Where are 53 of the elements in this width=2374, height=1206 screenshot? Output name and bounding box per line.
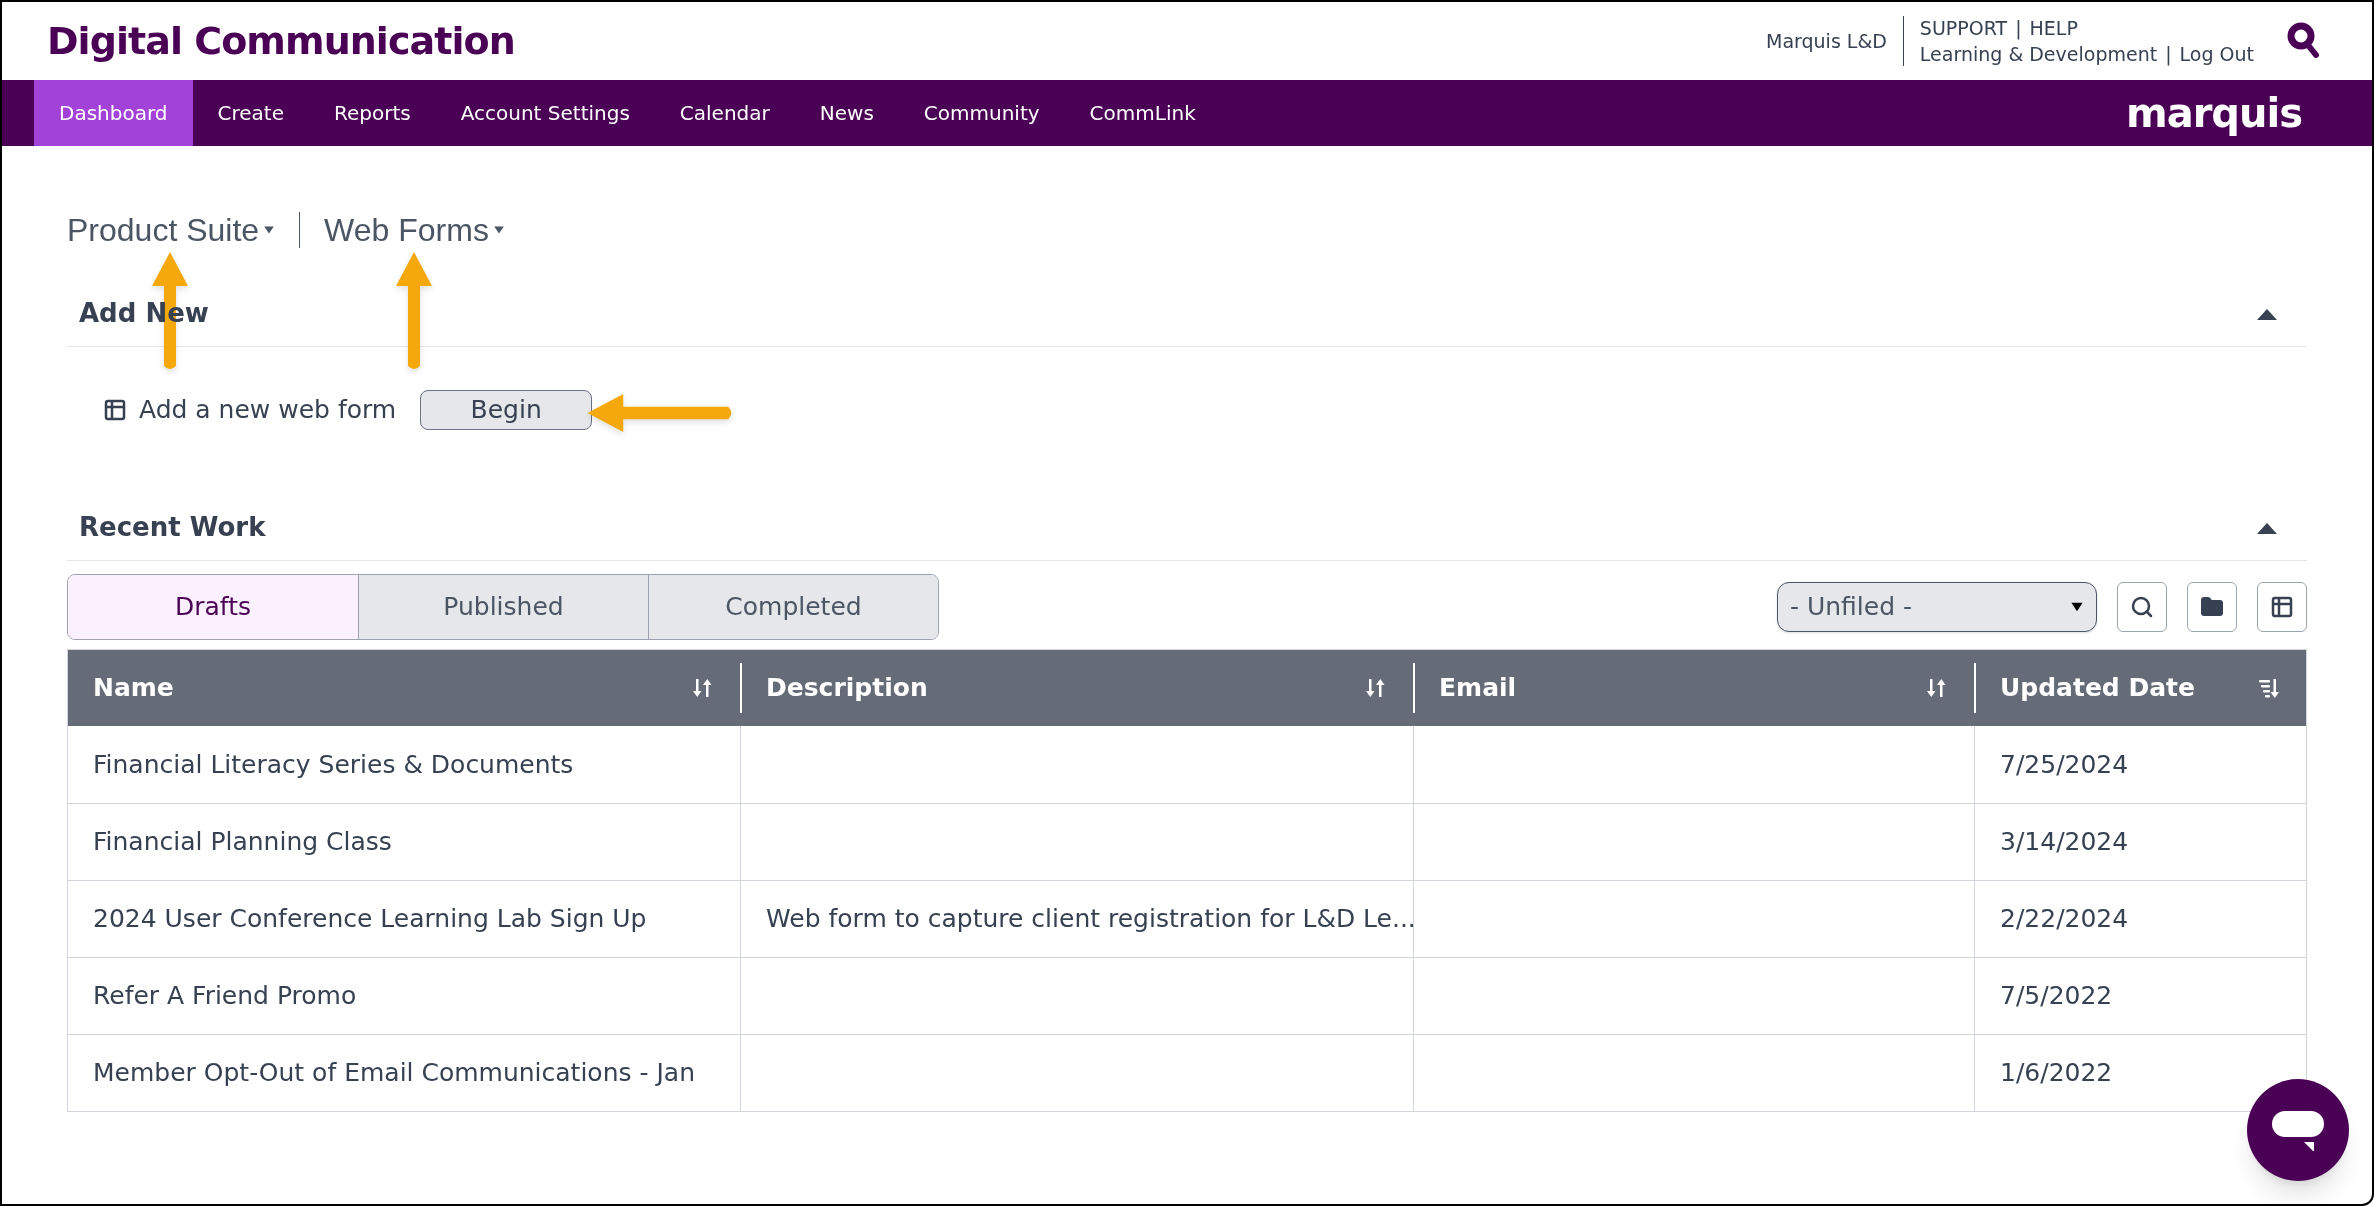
- chat-icon: [2272, 1109, 2324, 1151]
- table-cell-text: Member Opt-Out of Email Communications - Jan: [93, 1057, 695, 1090]
- nav-tab[interactable]: CommLink: [1064, 80, 1221, 146]
- status-tab[interactable]: Completed: [648, 575, 938, 639]
- search-button[interactable]: [2117, 582, 2167, 632]
- link-separator: |: [2165, 42, 2172, 67]
- account-name: Marquis L&D: [1766, 28, 1887, 54]
- table-icon: [103, 398, 127, 422]
- support-link[interactable]: SUPPORT: [1919, 15, 2008, 41]
- table-cell-text: Web form to capture client registration for L&D Le...: [766, 903, 1416, 936]
- grid-icon: [2270, 595, 2294, 619]
- nav-tab[interactable]: Community: [898, 80, 1065, 146]
- link-separator: |: [2015, 16, 2022, 41]
- app-title: Digital Communication: [47, 17, 515, 65]
- nav-tab[interactable]: Create: [192, 80, 309, 146]
- search-icon[interactable]: [2286, 21, 2322, 61]
- column-header: Email: [1439, 672, 1517, 705]
- table-cell-text: 3/14/2024: [2000, 826, 2129, 859]
- section-title: Recent Work: [79, 511, 266, 544]
- breadcrumb-dropdown[interactable]: Product Suite: [67, 205, 276, 254]
- nav-tab[interactable]: Account Settings: [435, 80, 655, 146]
- column-header: Description: [766, 672, 928, 705]
- sort-descending-icon[interactable]: [2257, 676, 2281, 700]
- help-link[interactable]: HELP: [2029, 15, 2078, 41]
- table-cell-text: Financial Planning Class: [93, 826, 392, 859]
- folder-select[interactable]: - Unfiled -: [1777, 582, 2097, 632]
- begin-button[interactable]: Begin: [420, 390, 593, 430]
- status-tab[interactable]: Drafts: [68, 575, 358, 639]
- caret-icon: [492, 223, 505, 236]
- logout-link[interactable]: Log Out: [2179, 41, 2254, 67]
- column-header: Updated Date: [2000, 672, 2195, 705]
- grid-button[interactable]: [2257, 582, 2307, 632]
- table-cell-text: Financial Literacy Series & Documents: [93, 748, 574, 781]
- table-cell-text: 1/6/2022: [2000, 1057, 2113, 1090]
- table-cell-text: 2/22/2024: [2000, 903, 2129, 936]
- table-cell-text: 7/5/2022: [2000, 980, 2113, 1013]
- nav-tab[interactable]: News: [794, 80, 899, 146]
- folder-button[interactable]: [2187, 582, 2237, 632]
- breadcrumb-dropdown[interactable]: Web Forms: [324, 205, 505, 254]
- table-cell-text: 7/25/2024: [2000, 748, 2129, 781]
- add-item-label: Add a new web form: [139, 394, 397, 427]
- learning-link[interactable]: Learning & Development: [1919, 41, 2158, 67]
- caret-icon: [263, 223, 276, 236]
- folder-icon: [2200, 595, 2224, 619]
- brand-logo: marquis: [2125, 89, 2302, 138]
- nav-tab[interactable]: Calendar: [654, 80, 795, 146]
- nav-tab[interactable]: Dashboard: [34, 80, 193, 146]
- table-cell-text: Refer A Friend Promo: [93, 980, 357, 1013]
- column-header: Name: [93, 672, 174, 705]
- status-tab[interactable]: Published: [358, 575, 648, 639]
- table-cell-text: 2024 User Conference Learning Lab Sign Up: [93, 903, 647, 936]
- nav-tab[interactable]: Reports: [309, 80, 436, 146]
- search-icon: [2130, 595, 2154, 619]
